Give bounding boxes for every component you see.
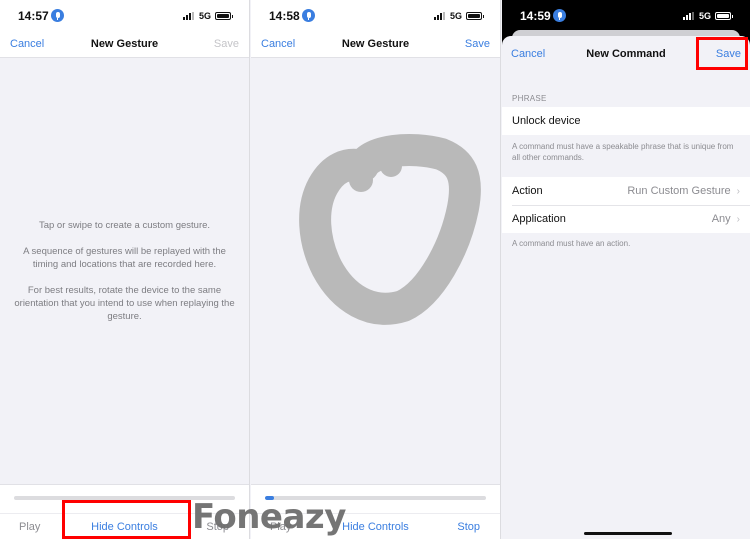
save-button[interactable]: Save [465, 38, 490, 50]
status-time: 14:57 [18, 9, 49, 23]
gesture-instructions[interactable]: Tap or swipe to create a custom gesture.… [10, 219, 239, 336]
cellular-signal-icon [683, 12, 695, 20]
instruction-text: For best results, rotate the device to t… [14, 285, 235, 322]
phrase-value: Unlock device [512, 115, 581, 127]
recorded-gesture-stroke[interactable] [291, 128, 481, 338]
chevron-right-icon: › [736, 185, 740, 197]
status-bar: 14:58 5G [251, 0, 500, 32]
navigation-bar: Cancel New Gesture Save [0, 32, 249, 58]
page-title: New Gesture [90, 38, 159, 50]
save-button[interactable]: Save [214, 38, 239, 50]
screen-new-command: 14:59 5G Cancel New Command Save PHRASE … [502, 0, 750, 539]
watermark-logo: Foneazy [192, 497, 346, 537]
highlight-box [696, 37, 748, 70]
network-type: 5G [699, 11, 712, 21]
gesture-start-dot [349, 168, 373, 192]
battery-icon [215, 12, 233, 20]
microphone-icon [51, 9, 64, 22]
phrase-group: Unlock device [502, 107, 750, 135]
application-row[interactable]: Application Any › [502, 205, 750, 233]
screen-new-gesture-empty: 14:57 5G Cancel New Gesture Save Tap or … [0, 0, 250, 539]
cellular-signal-icon [183, 12, 195, 20]
row-value: Any [711, 213, 731, 225]
section-header-phrase: PHRASE [512, 94, 547, 103]
row-label: Application [512, 213, 566, 225]
microphone-icon [302, 9, 315, 22]
page-title: New Gesture [341, 38, 410, 50]
row-value: Run Custom Gesture [627, 185, 731, 197]
screen-new-gesture-recorded: 14:58 5G Cancel New Gesture Save Play Hi… [251, 0, 501, 539]
battery-icon [715, 12, 733, 20]
microphone-icon [553, 9, 566, 22]
action-group: Action Run Custom Gesture › Application … [502, 177, 750, 233]
highlight-box [62, 500, 191, 539]
instruction-text: A sequence of gestures will be replayed … [23, 246, 226, 270]
gesture-end-dot [380, 155, 402, 177]
stop-button[interactable]: Stop [457, 521, 480, 533]
cellular-signal-icon [434, 12, 446, 20]
battery-icon [466, 12, 484, 20]
phrase-footer: A command must have a speakable phrase t… [512, 142, 734, 162]
navigation-bar: Cancel New Gesture Save [251, 32, 500, 58]
home-indicator [584, 532, 672, 535]
row-label: Action [512, 185, 543, 197]
network-type: 5G [199, 11, 212, 21]
chevron-right-icon: › [736, 213, 740, 225]
instruction-text: Tap or swipe to create a custom gesture. [38, 220, 211, 231]
action-row[interactable]: Action Run Custom Gesture › [502, 177, 750, 205]
phrase-field[interactable]: Unlock device [502, 107, 750, 135]
status-time: 14:59 [520, 9, 551, 23]
status-time: 14:58 [269, 9, 300, 23]
status-bar: 14:59 5G [502, 0, 750, 32]
status-bar: 14:57 5G [0, 0, 249, 32]
network-type: 5G [450, 11, 463, 21]
command-sheet: Cancel New Command Save PHRASE Unlock de… [502, 36, 750, 539]
action-footer: A command must have an action. [512, 239, 631, 248]
